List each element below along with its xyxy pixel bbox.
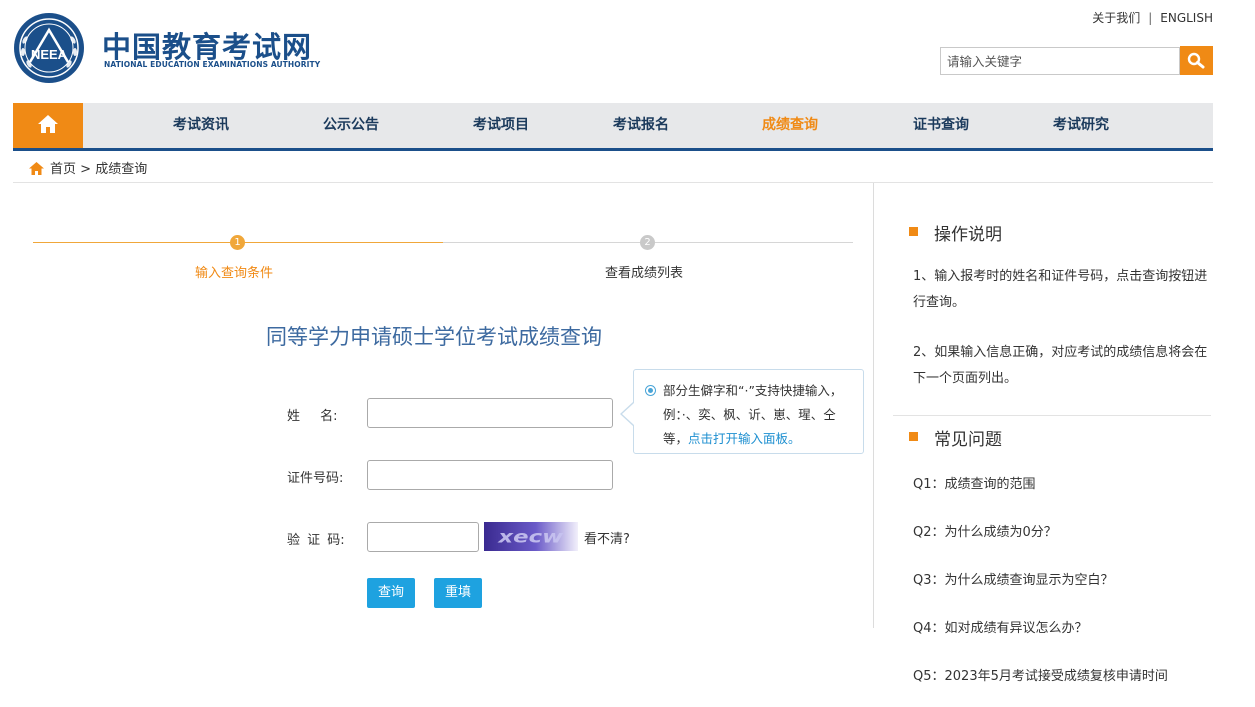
nav-item-exam-news[interactable]: 考试资讯	[173, 103, 229, 148]
step-2-dot: 2	[640, 235, 655, 250]
breadcrumb-divider	[13, 182, 1213, 183]
name-input[interactable]	[367, 398, 613, 428]
breadcrumb: 首页 > 成绩查询	[28, 158, 147, 177]
nav-item-score-query[interactable]: 成绩查询	[762, 103, 818, 148]
faq-item-4[interactable]: Q4：如对成绩有异议怎么办？	[913, 617, 1088, 636]
captcha-input[interactable]	[367, 522, 479, 552]
nav-home-button[interactable]	[13, 103, 83, 148]
section-marker	[909, 227, 918, 236]
tip-arrow-fill	[622, 403, 634, 425]
top-links: 关于我们 | ENGLISH	[1092, 9, 1213, 26]
emblem-text: NEEA	[31, 47, 68, 62]
open-input-panel-link[interactable]: 点击打开输入面板。	[688, 431, 801, 446]
nav-item-exam-research[interactable]: 考试研究	[1053, 103, 1109, 148]
faq-item-3[interactable]: Q3：为什么成绩查询显示为空白？	[913, 569, 1114, 588]
captcha-refresh-link[interactable]: 看不清?	[584, 528, 630, 547]
faq-title: 常见问题	[934, 430, 1002, 450]
search-icon	[1187, 52, 1205, 69]
step-2-label: 查看成绩列表	[605, 266, 684, 281]
faq-item-5[interactable]: Q5：2023年5月考试接受成绩复核申请时间	[913, 665, 1168, 684]
tip-radio-icon	[645, 385, 656, 396]
nav-item-announcements[interactable]: 公示公告	[323, 103, 379, 148]
query-button[interactable]: 查询	[367, 578, 415, 608]
instructions-title: 操作说明	[934, 225, 1002, 245]
breadcrumb-home-link[interactable]: 首页	[50, 162, 76, 177]
about-us-link[interactable]: 关于我们	[1092, 11, 1140, 25]
captcha-image[interactable]: xecw	[484, 522, 578, 551]
home-icon	[38, 115, 58, 133]
home-icon	[29, 162, 44, 175]
sidebar-divider	[893, 415, 1211, 416]
step-1-dot: 1	[230, 235, 245, 250]
nav-item-registration[interactable]: 考试报名	[613, 103, 669, 148]
reset-button[interactable]: 重填	[434, 578, 482, 608]
section-marker	[909, 432, 918, 441]
english-link[interactable]: ENGLISH	[1160, 11, 1213, 25]
search-input[interactable]	[940, 47, 1180, 75]
breadcrumb-current: 成绩查询	[95, 162, 148, 177]
captcha-text: xecw	[497, 527, 563, 547]
faq-item-2[interactable]: Q2：为什么成绩为0分？	[913, 521, 1057, 540]
form-title: 同等学力申请硕士学位考试成绩查询	[266, 325, 602, 349]
instruction-2: 2、如果输入信息正确，对应考试的成绩信息将会在下一个页面列出。	[913, 345, 1208, 386]
name-label: 姓 名:	[287, 409, 338, 424]
search-button[interactable]	[1180, 46, 1213, 75]
faq-item-1[interactable]: Q1：成绩查询的范围	[913, 473, 1036, 492]
id-number-label: 证件号码:	[287, 471, 344, 486]
nav-item-certificate-query[interactable]: 证书查询	[913, 103, 969, 148]
instruction-1: 1、输入报考时的姓名和证件号码，点击查询按钮进行查询。	[913, 269, 1208, 310]
id-number-input[interactable]	[367, 460, 613, 490]
site-logo-subtitle: NATIONAL EDUCATION EXAMINATIONS AUTHORIT…	[104, 60, 321, 69]
nav-item-exam-projects[interactable]: 考试项目	[473, 103, 529, 148]
breadcrumb-separator: >	[80, 162, 92, 177]
nav-underline	[13, 148, 1213, 151]
neea-logo-emblem[interactable]: NEEA	[13, 12, 85, 84]
step-1-label: 输入查询条件	[195, 266, 274, 281]
top-links-separator: |	[1148, 11, 1153, 25]
input-tip-text: 部分生僻字和“·”支持快捷输入，例：·、奕、枫、䜣、崽、瑆、仝等，点击打开输入面…	[663, 379, 853, 451]
column-divider	[873, 183, 874, 628]
captcha-label: 验 证 码:	[287, 533, 345, 548]
